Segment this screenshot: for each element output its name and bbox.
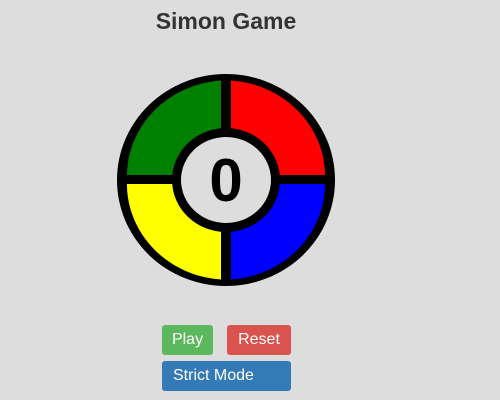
step-counter: 0 <box>209 147 242 214</box>
reset-button[interactable]: Reset <box>227 325 291 355</box>
strict-mode-button[interactable]: Strict Mode <box>162 361 291 391</box>
game-title: Simon Game <box>155 8 297 34</box>
simon-board-graphic: 0 <box>117 74 335 286</box>
simon-board: 0 <box>117 74 335 286</box>
play-button[interactable]: Play <box>162 325 213 355</box>
